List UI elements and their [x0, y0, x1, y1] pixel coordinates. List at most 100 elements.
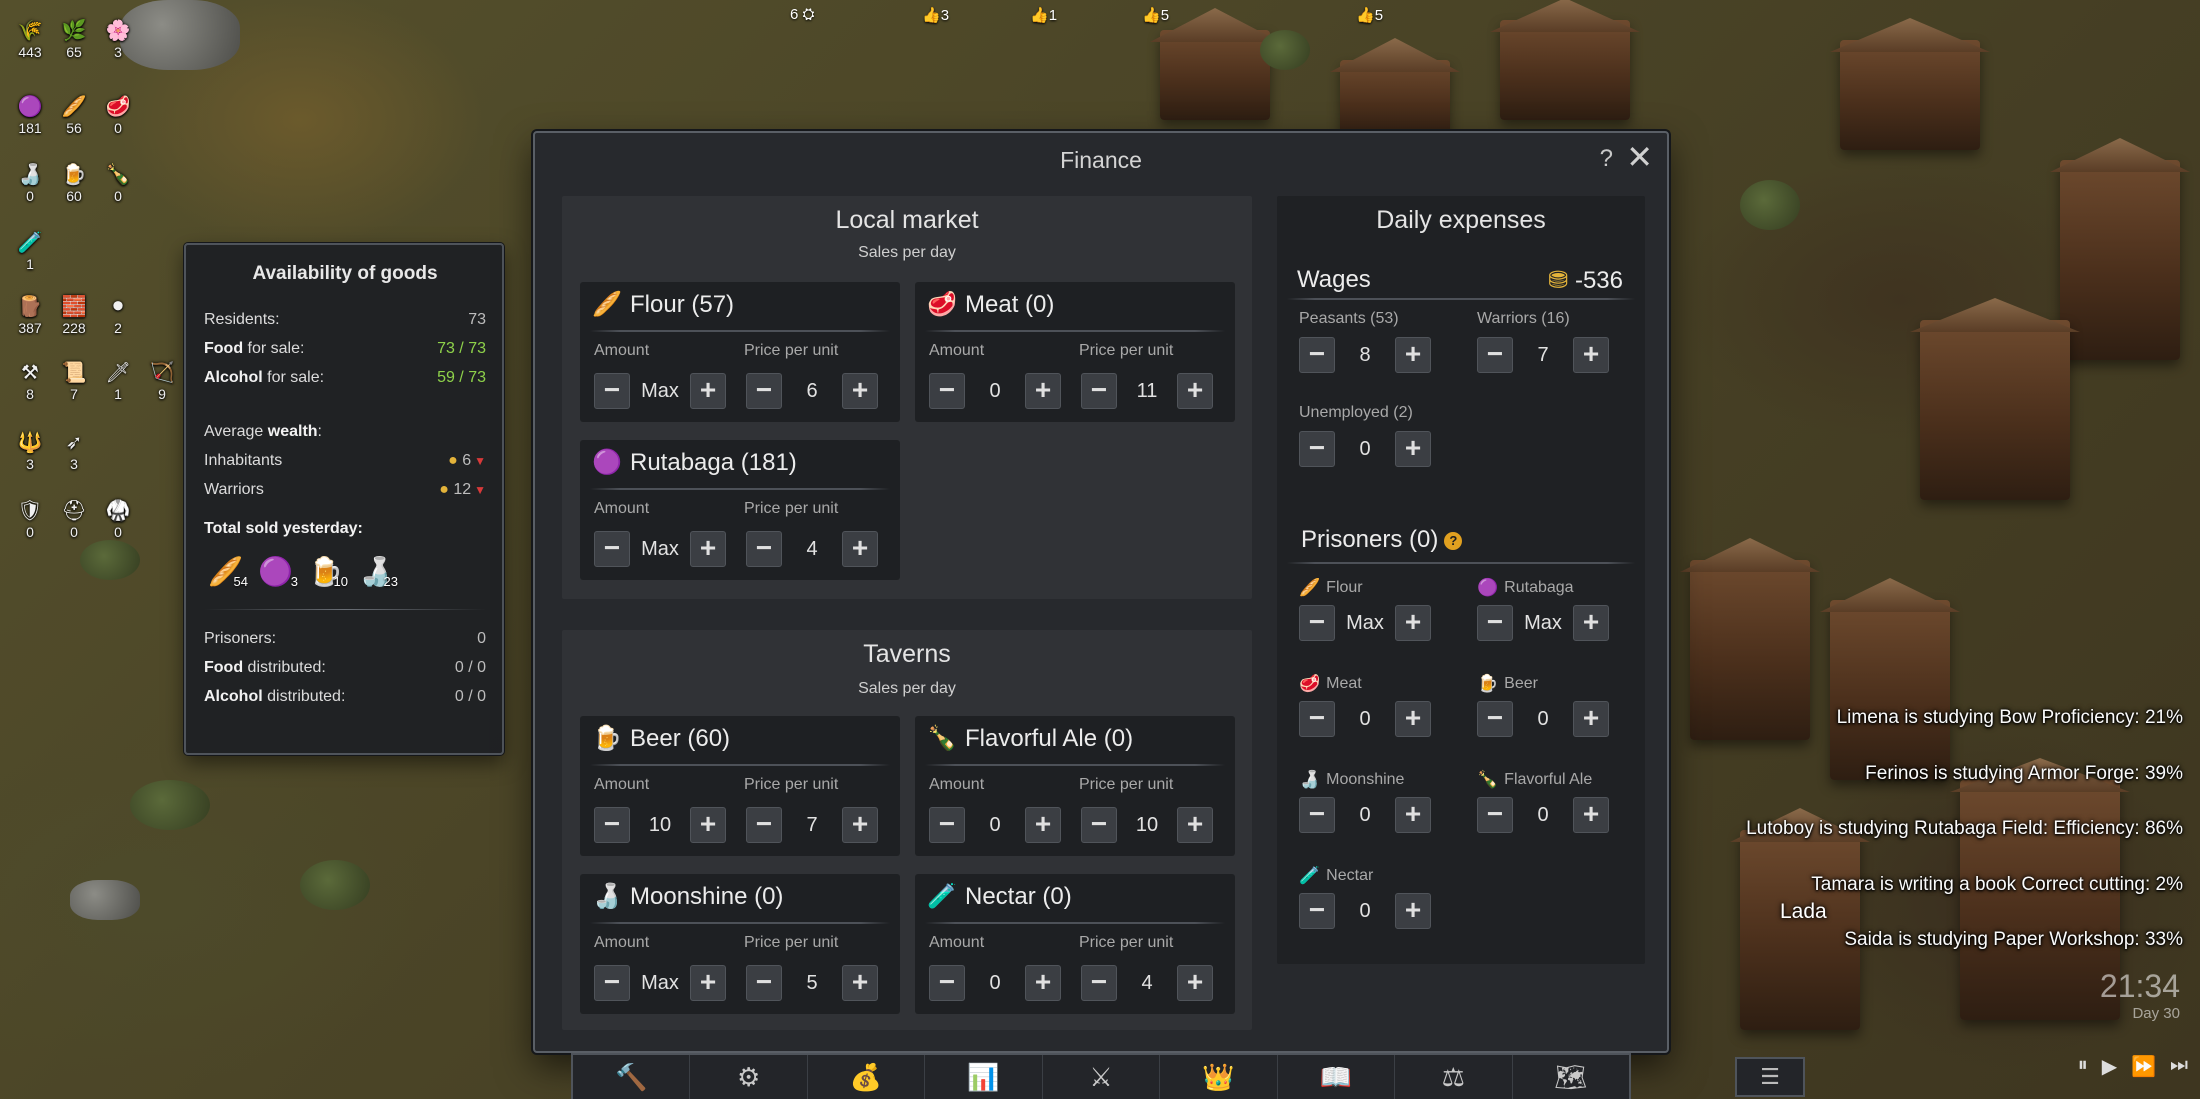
resource-bow[interactable]: 🏹 9: [140, 360, 184, 402]
decrease-button[interactable]: −: [1081, 373, 1117, 409]
decrease-button[interactable]: −: [929, 807, 965, 843]
decrease-button[interactable]: −: [1477, 605, 1513, 641]
decrease-button[interactable]: −: [929, 373, 965, 409]
resource-scroll[interactable]: 📜 7: [52, 360, 96, 402]
fast-forward-icon[interactable]: ⏩: [2131, 1054, 2156, 1079]
increase-button[interactable]: +: [1395, 605, 1431, 641]
house[interactable]: [1840, 40, 1980, 150]
resource-helmet[interactable]: ⛑ 0: [52, 498, 96, 540]
house[interactable]: [1160, 30, 1270, 120]
approval-counter[interactable]: 👍1: [1030, 6, 1057, 24]
decrease-button[interactable]: −: [746, 531, 782, 567]
resource-arrow[interactable]: ➶ 3: [52, 430, 96, 472]
resource-shield[interactable]: 🛡 0: [8, 498, 52, 540]
increase-button[interactable]: +: [1025, 373, 1061, 409]
resource-sword[interactable]: 🗡 1: [96, 360, 140, 402]
resource-rutabaga[interactable]: 🟣 181: [8, 94, 52, 136]
increase-button[interactable]: +: [1395, 431, 1431, 467]
house[interactable]: [1500, 20, 1630, 120]
increase-button[interactable]: +: [842, 807, 878, 843]
increase-button[interactable]: +: [1395, 337, 1431, 373]
increase-button[interactable]: +: [1025, 807, 1061, 843]
decrease-button[interactable]: −: [594, 373, 630, 409]
resource-tools[interactable]: ⚒ 8: [8, 360, 52, 402]
decrease-button[interactable]: −: [594, 965, 630, 1001]
increase-button[interactable]: +: [1573, 797, 1609, 833]
increase-button[interactable]: +: [1573, 701, 1609, 737]
approval-counter[interactable]: 👍5: [1142, 6, 1169, 24]
notification[interactable]: Ferinos is studying Armor Forge: 39%: [1746, 759, 2183, 815]
house[interactable]: [2060, 160, 2180, 360]
increase-button[interactable]: +: [690, 965, 726, 1001]
house[interactable]: [1340, 60, 1450, 140]
decrease-button[interactable]: −: [1477, 797, 1513, 833]
resource-wheat[interactable]: 🌾 443: [8, 18, 52, 60]
map-icon[interactable]: 🗺: [1513, 1055, 1629, 1099]
increase-button[interactable]: +: [690, 373, 726, 409]
menu-icon[interactable]: ☰: [1735, 1057, 1805, 1097]
increase-button[interactable]: +: [1025, 965, 1061, 1001]
resource-herb[interactable]: 🌿 65: [52, 18, 96, 60]
resource-meat[interactable]: 🥩 0: [96, 94, 140, 136]
resource-armor[interactable]: 🥋 0: [96, 498, 140, 540]
approval-counter[interactable]: 👍5: [1356, 6, 1383, 24]
decrease-button[interactable]: −: [594, 531, 630, 567]
hammer-icon[interactable]: 🔨: [573, 1055, 691, 1099]
close-icon[interactable]: ✕: [1626, 141, 1653, 173]
play-icon[interactable]: ▶: [2102, 1054, 2117, 1079]
fastest-icon[interactable]: ⏭: [2170, 1054, 2188, 1079]
pause-icon[interactable]: ⏸: [2078, 1054, 2088, 1079]
decrease-button[interactable]: −: [1299, 605, 1335, 641]
increase-button[interactable]: +: [842, 531, 878, 567]
decrease-button[interactable]: −: [1081, 807, 1117, 843]
increase-button[interactable]: +: [1177, 965, 1213, 1001]
decrease-button[interactable]: −: [1477, 337, 1513, 373]
increase-button[interactable]: +: [1177, 373, 1213, 409]
decrease-button[interactable]: −: [746, 965, 782, 1001]
resource-flower[interactable]: 🌸 3: [96, 18, 140, 60]
approval-counter[interactable]: 👍3: [922, 6, 949, 24]
villager-name-label[interactable]: Lada: [1780, 900, 1827, 924]
decrease-button[interactable]: −: [1299, 431, 1335, 467]
increase-button[interactable]: +: [842, 965, 878, 1001]
sold-rutabaga[interactable]: 🟣 3: [258, 555, 298, 595]
increase-button[interactable]: +: [690, 807, 726, 843]
sold-flour[interactable]: 🥖 54: [208, 555, 248, 595]
money-bag-icon[interactable]: 💰: [808, 1055, 926, 1099]
decrease-button[interactable]: −: [929, 965, 965, 1001]
decrease-button[interactable]: −: [1299, 797, 1335, 833]
decrease-button[interactable]: −: [594, 807, 630, 843]
increase-button[interactable]: +: [1177, 807, 1213, 843]
crossed-swords-icon[interactable]: ⚔: [1043, 1055, 1161, 1099]
increase-button[interactable]: +: [1395, 893, 1431, 929]
increase-button[interactable]: +: [1395, 701, 1431, 737]
decrease-button[interactable]: −: [1081, 965, 1117, 1001]
increase-button[interactable]: +: [842, 373, 878, 409]
resource-brick[interactable]: 🧱 228: [52, 294, 96, 336]
book-icon[interactable]: 📖: [1278, 1055, 1396, 1099]
resource-flour[interactable]: 🥖 56: [52, 94, 96, 136]
decrease-button[interactable]: −: [746, 373, 782, 409]
resource-spear[interactable]: 🔱 3: [8, 430, 52, 472]
sold-beer[interactable]: 🍺 10: [308, 555, 348, 595]
increase-button[interactable]: +: [1573, 605, 1609, 641]
bar-chart-icon[interactable]: 📊: [925, 1055, 1043, 1099]
resource-beer[interactable]: 🍺 60: [52, 162, 96, 204]
scales-icon[interactable]: ⚖: [1395, 1055, 1513, 1099]
increase-button[interactable]: +: [690, 531, 726, 567]
decrease-button[interactable]: −: [1299, 893, 1335, 929]
resource-nectar[interactable]: 🧪 1: [8, 230, 52, 272]
soldier-counter[interactable]: 6 ⛭: [790, 6, 815, 23]
increase-button[interactable]: +: [1573, 337, 1609, 373]
notification[interactable]: Lutoboy is studying Rutabaga Field: Effi…: [1746, 814, 2183, 870]
help-icon[interactable]: ?: [1600, 145, 1613, 173]
decrease-button[interactable]: −: [746, 807, 782, 843]
gear-icon[interactable]: ⚙: [690, 1055, 808, 1099]
help-icon[interactable]: ?: [1444, 531, 1463, 550]
house[interactable]: [1920, 320, 2070, 500]
decrease-button[interactable]: −: [1477, 701, 1513, 737]
resource-ore[interactable]: ⚫ 2: [96, 294, 140, 336]
notification[interactable]: Limena is studying Bow Proficiency: 21%: [1746, 703, 2183, 759]
resource-wood[interactable]: 🪵 387: [8, 294, 52, 336]
resource-moonshine[interactable]: 🍶 0: [8, 162, 52, 204]
